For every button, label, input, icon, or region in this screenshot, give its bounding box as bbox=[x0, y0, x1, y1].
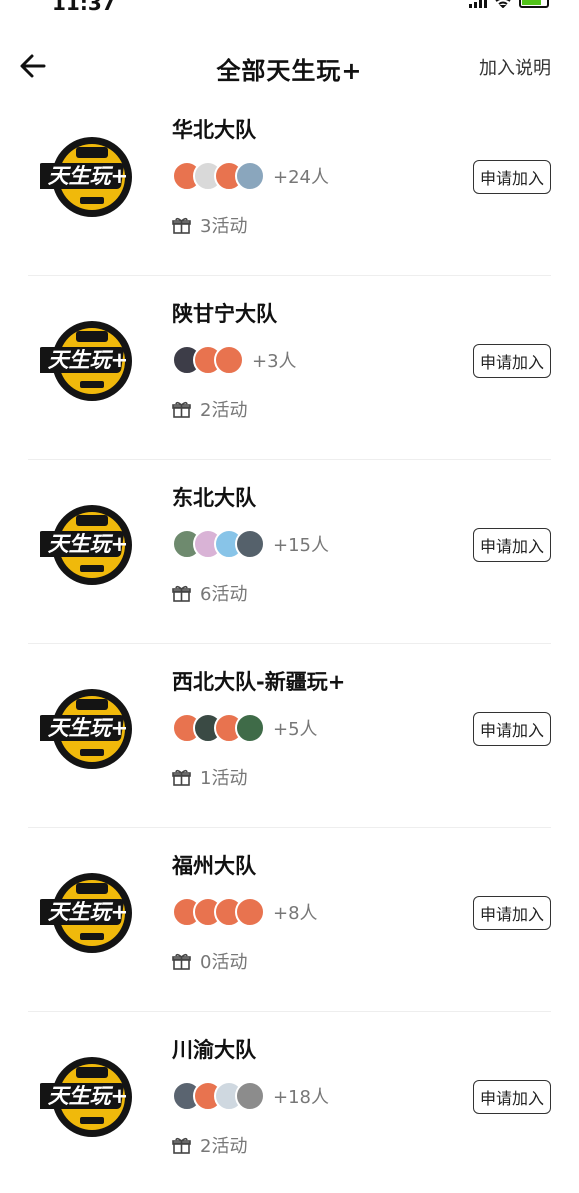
join-instructions-link[interactable]: 加入说明 bbox=[479, 54, 551, 80]
team-row[interactable]: 天生玩+ 川渝大队 +18人 2活动 申请加入 bbox=[0, 1012, 579, 1193]
team-name: 华北大队 bbox=[172, 118, 256, 142]
team-row[interactable]: 天生玩+ 东北大队 +15人 6活动 申请加入 bbox=[0, 460, 579, 644]
team-name: 东北大队 bbox=[172, 486, 256, 510]
team-logo: 天生玩+ bbox=[35, 498, 144, 592]
activity-count: 2活动 bbox=[200, 400, 248, 421]
member-avatar bbox=[235, 713, 265, 743]
activity-summary: 1活动 bbox=[172, 764, 247, 790]
gift-icon bbox=[172, 216, 191, 235]
member-avatar bbox=[235, 529, 265, 559]
status-bar: 11:37 bbox=[0, 0, 579, 15]
apply-join-button[interactable]: 申请加入 bbox=[473, 1080, 551, 1114]
member-summary: +3人 bbox=[172, 344, 297, 376]
member-count: +18人 bbox=[273, 1087, 329, 1108]
member-avatar bbox=[235, 1081, 265, 1111]
team-name: 陕甘宁大队 bbox=[172, 302, 277, 326]
logo-text: 天生玩+ bbox=[48, 900, 129, 924]
apply-join-button[interactable]: 申请加入 bbox=[473, 712, 551, 746]
team-logo: 天生玩+ bbox=[35, 866, 144, 960]
member-summary: +8人 bbox=[172, 896, 318, 928]
logo-text: 天生玩+ bbox=[48, 164, 129, 188]
activity-summary: 2活动 bbox=[172, 1132, 247, 1158]
status-time: 11:37 bbox=[52, 0, 116, 15]
team-logo: 天生玩+ bbox=[35, 314, 144, 408]
avatar-stack bbox=[172, 345, 244, 375]
member-count: +24人 bbox=[273, 167, 329, 188]
team-name: 福州大队 bbox=[172, 854, 256, 878]
apply-join-button[interactable]: 申请加入 bbox=[473, 896, 551, 930]
activity-count: 1活动 bbox=[200, 768, 248, 789]
member-summary: +5人 bbox=[172, 712, 318, 744]
team-row[interactable]: 天生玩+ 陕甘宁大队 +3人 2活动 申请加入 bbox=[0, 276, 579, 460]
avatar-stack bbox=[172, 161, 265, 191]
team-logo: 天生玩+ bbox=[35, 130, 144, 224]
gift-icon bbox=[172, 400, 191, 419]
avatar-stack bbox=[172, 529, 265, 559]
gift-icon bbox=[172, 1136, 191, 1155]
logo-text: 天生玩+ bbox=[48, 716, 129, 740]
apply-join-button[interactable]: 申请加入 bbox=[473, 160, 551, 194]
avatar-stack bbox=[172, 1081, 265, 1111]
avatar-stack bbox=[172, 713, 265, 743]
team-name: 西北大队-新疆玩+ bbox=[172, 670, 346, 694]
team-row[interactable]: 天生玩+ 西北大队-新疆玩+ +5人 1活动 申请加入 bbox=[0, 644, 579, 828]
apply-join-button[interactable]: 申请加入 bbox=[473, 344, 551, 378]
activity-summary: 3活动 bbox=[172, 212, 247, 238]
activity-count: 3活动 bbox=[200, 216, 248, 237]
member-count: +15人 bbox=[273, 535, 329, 556]
gift-icon bbox=[172, 768, 191, 787]
member-count: +8人 bbox=[273, 903, 318, 924]
member-summary: +24人 bbox=[172, 160, 329, 192]
team-logo: 天生玩+ bbox=[35, 682, 144, 776]
member-avatar bbox=[214, 345, 244, 375]
nav-bar: 全部天生玩+ 加入说明 bbox=[0, 40, 579, 92]
member-count: +5人 bbox=[273, 719, 318, 740]
activity-count: 0活动 bbox=[200, 952, 248, 973]
team-logo: 天生玩+ bbox=[35, 1050, 144, 1144]
member-count: +3人 bbox=[252, 351, 297, 372]
logo-text: 天生玩+ bbox=[48, 348, 129, 372]
activity-summary: 2活动 bbox=[172, 396, 247, 422]
signal-icon bbox=[469, 0, 487, 8]
status-icons bbox=[469, 0, 549, 8]
member-avatar bbox=[235, 897, 265, 927]
logo-text: 天生玩+ bbox=[48, 532, 129, 556]
logo-text: 天生玩+ bbox=[48, 1084, 129, 1108]
battery-icon bbox=[519, 0, 549, 8]
team-list: 天生玩+ 华北大队 +24人 3活动 申请加入 天生玩+ 陕甘宁大队 +3人 2活动 申请加入 天生… bbox=[0, 92, 579, 1193]
team-name: 川渝大队 bbox=[172, 1038, 256, 1062]
apply-join-button[interactable]: 申请加入 bbox=[473, 528, 551, 562]
gift-icon bbox=[172, 952, 191, 971]
activity-summary: 6活动 bbox=[172, 580, 247, 606]
activity-summary: 0活动 bbox=[172, 948, 247, 974]
wifi-icon bbox=[495, 0, 511, 8]
member-avatar bbox=[235, 161, 265, 191]
team-row[interactable]: 天生玩+ 福州大队 +8人 0活动 申请加入 bbox=[0, 828, 579, 1012]
gift-icon bbox=[172, 584, 191, 603]
activity-count: 2活动 bbox=[200, 1136, 248, 1157]
activity-count: 6活动 bbox=[200, 584, 248, 605]
avatar-stack bbox=[172, 897, 265, 927]
member-summary: +15人 bbox=[172, 528, 329, 560]
member-summary: +18人 bbox=[172, 1080, 329, 1112]
team-row[interactable]: 天生玩+ 华北大队 +24人 3活动 申请加入 bbox=[0, 92, 579, 276]
